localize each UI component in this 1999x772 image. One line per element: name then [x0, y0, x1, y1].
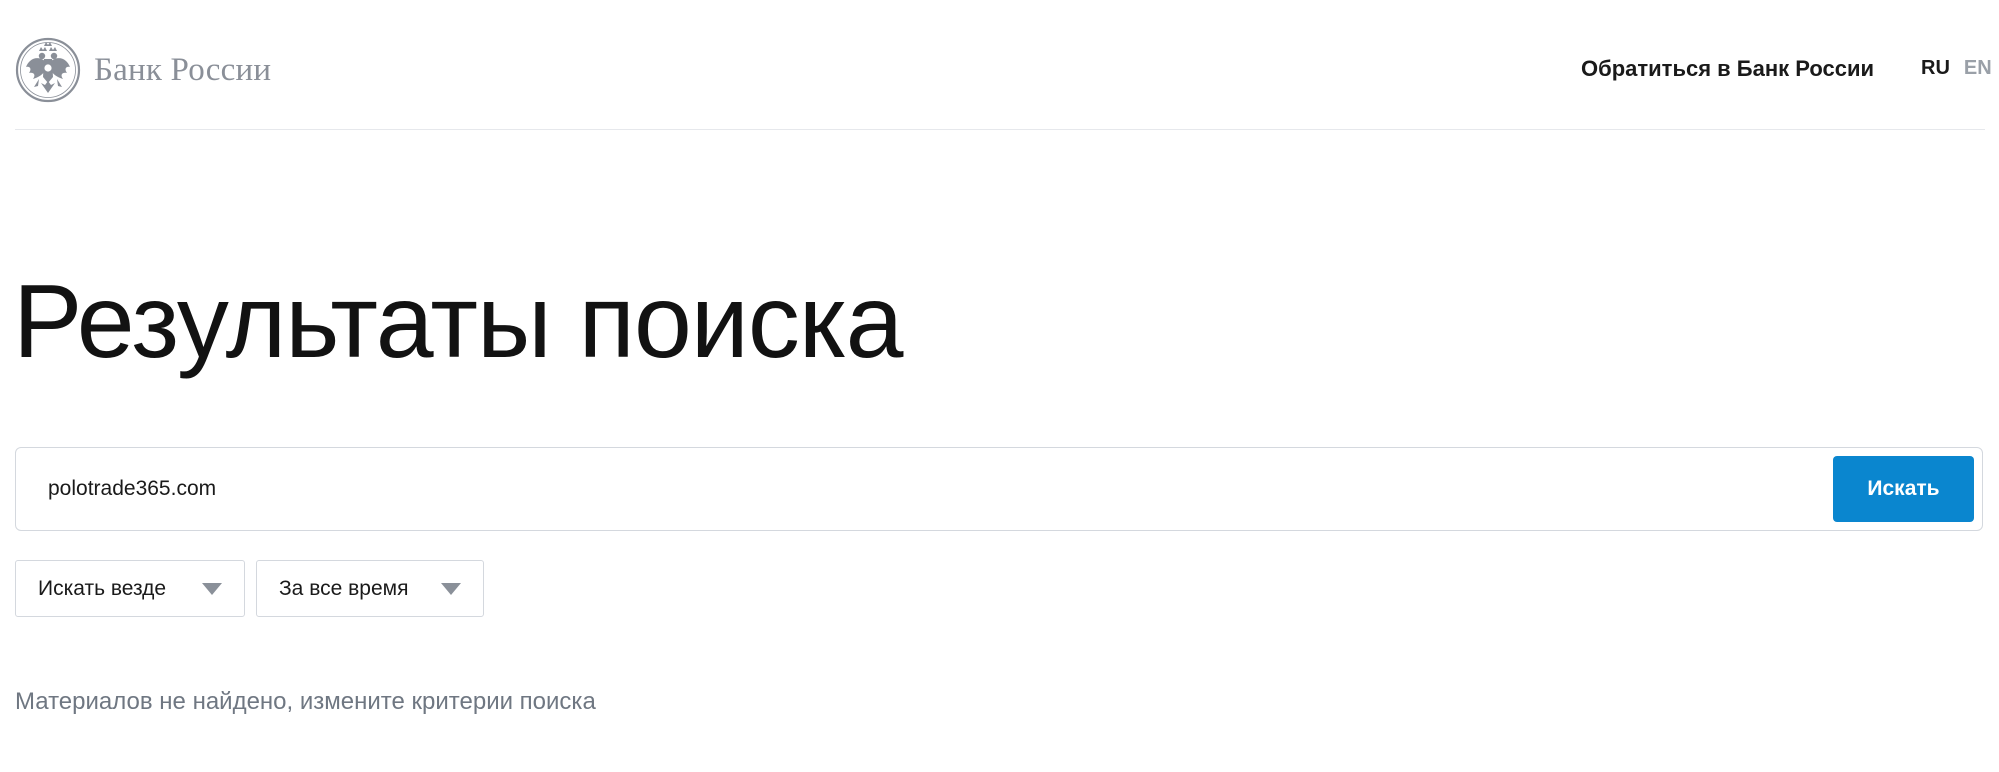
- scope-select-value: Искать везде: [38, 576, 167, 600]
- scope-select[interactable]: Искать везде: [15, 560, 245, 617]
- search-form: Искать: [15, 447, 1983, 531]
- language-switcher: RU EN: [1921, 57, 1992, 80]
- search-button[interactable]: Искать: [1833, 456, 1974, 522]
- no-results-message: Материалов не найдено, измените критерии…: [15, 688, 596, 715]
- chevron-down-icon: [202, 583, 222, 595]
- language-en[interactable]: EN: [1964, 57, 1992, 80]
- site-header: Банк России Обратиться в Банк России RU …: [15, 0, 1992, 130]
- period-select-value: За все время: [279, 576, 409, 600]
- search-input[interactable]: [48, 466, 1828, 512]
- chevron-down-icon: [441, 583, 461, 595]
- double-eagle-emblem-icon: [15, 37, 81, 103]
- page-title: Результаты поиска: [13, 264, 903, 380]
- language-ru[interactable]: RU: [1921, 57, 1950, 80]
- period-select[interactable]: За все время: [256, 560, 484, 617]
- logo-link[interactable]: Банк России: [15, 37, 271, 103]
- logo-text: Банк России: [94, 51, 272, 88]
- contact-bank-link[interactable]: Обратиться в Банк России: [1581, 56, 1874, 82]
